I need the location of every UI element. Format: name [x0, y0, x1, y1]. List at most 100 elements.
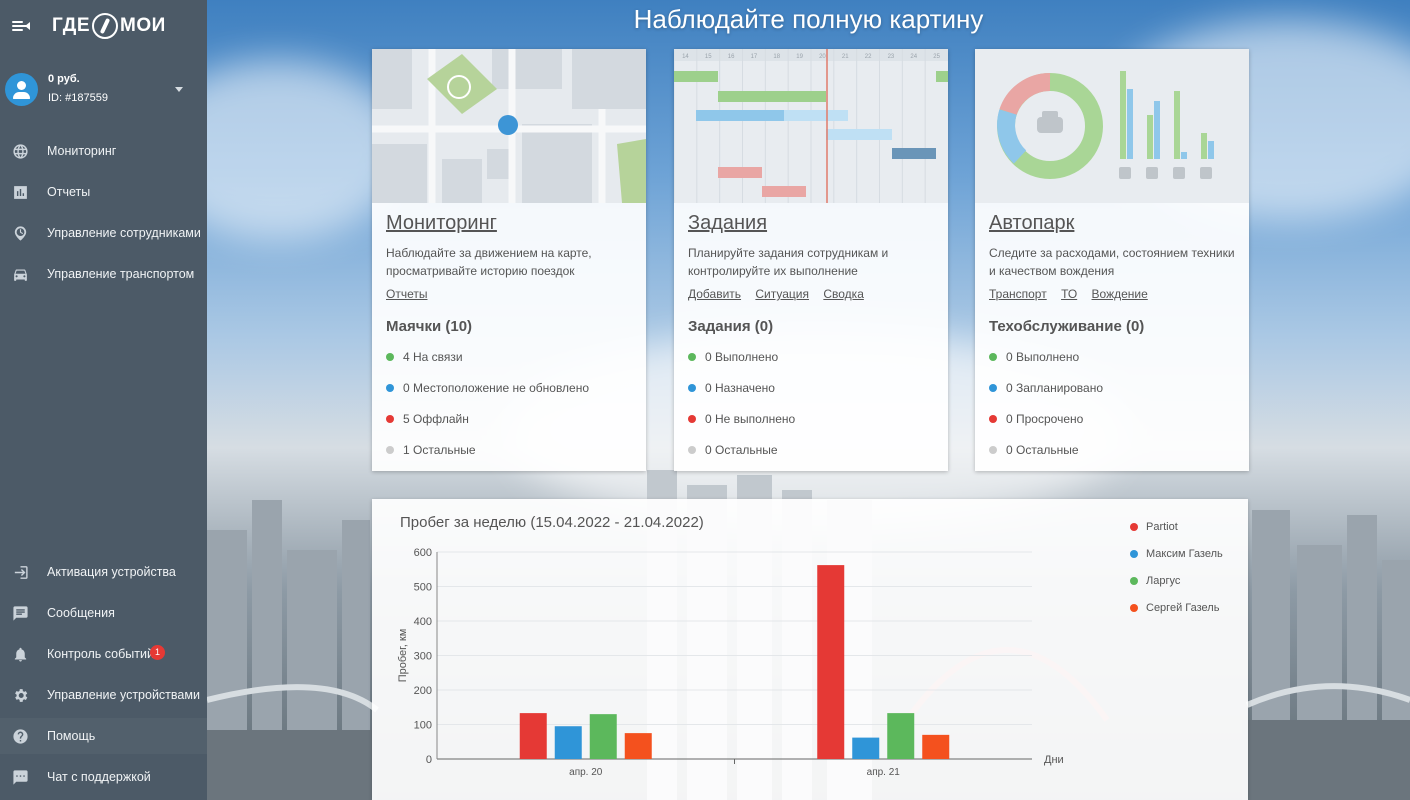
stat-not-completed[interactable]: 0 Не выполнено [688, 410, 934, 428]
help-icon [12, 728, 29, 745]
sidebar-item-device-activation[interactable]: Активация устройства [0, 563, 207, 581]
add-task-link[interactable]: Добавить [688, 287, 741, 301]
sidebar-item-event-control[interactable]: Контроль событий 1 [0, 645, 207, 663]
legend-label: Ларгус [1146, 574, 1181, 587]
legend-swatch [1130, 603, 1138, 612]
bell-icon [12, 646, 29, 663]
bar-4-2[interactable] [922, 734, 950, 759]
sidebar-item-label: Управление сотрудниками [47, 225, 201, 240]
gantt-tick-label: 14 [682, 54, 689, 60]
stat-completed[interactable]: 0 Выполнено [989, 348, 1235, 366]
legend-label: Максим Газель [1146, 547, 1223, 560]
legend-item[interactable]: Максим Газель [1130, 540, 1223, 567]
legend-item[interactable]: Partiot [1130, 513, 1223, 540]
message-icon [12, 605, 29, 622]
tasks-card-title-link[interactable]: Задания [688, 212, 767, 235]
sidebar-item-monitoring[interactable]: Мониторинг [0, 142, 207, 160]
gantt-tick-label: 16 [728, 54, 735, 60]
logo[interactable]: ГДЕ МОИ [52, 13, 166, 39]
sidebar-item-label: Помощь [47, 728, 96, 743]
stat-label: 0 Остальные [1006, 443, 1079, 457]
bar-4-1[interactable] [624, 733, 652, 759]
status-dot-blue [989, 384, 997, 392]
sidebar-item-label: Управление транспортом [47, 266, 195, 281]
sidebar-item-messages[interactable]: Сообщения [0, 604, 207, 622]
stat-label: 4 На связи [403, 350, 463, 364]
stat-offline[interactable]: 5 Оффлайн [386, 410, 632, 428]
y-tick-label: 100 [414, 720, 432, 732]
sidebar-item-label: Мониторинг [47, 143, 117, 158]
status-dot-green [386, 353, 394, 361]
stat-online[interactable]: 4 На связи [386, 348, 632, 366]
bar-2-1[interactable] [554, 726, 582, 759]
driving-link[interactable]: Вождение [1092, 287, 1148, 301]
status-dot-green [688, 353, 696, 361]
bar-2-2[interactable] [852, 737, 880, 759]
sidebar-item-device-management[interactable]: Управление устройствами [0, 686, 207, 704]
stat-location-not-updated[interactable]: 0 Местоположение не обновлено [386, 379, 632, 397]
account-balance: 0 руб. [48, 73, 80, 85]
summary-link[interactable]: Сводка [823, 287, 864, 301]
stat-label: 0 Остальные [705, 443, 778, 457]
sidebar-item-help[interactable]: Помощь [0, 718, 207, 754]
sidebar-item-reports[interactable]: Отчеты [0, 183, 207, 201]
logo-compass-icon [92, 13, 119, 39]
reports-link[interactable]: Отчеты [386, 287, 427, 301]
monitoring-card-title-link[interactable]: Мониторинг [386, 212, 497, 235]
chevron-down-icon[interactable] [175, 87, 183, 92]
stat-label: 0 Выполнено [1006, 350, 1080, 364]
stat-label: 5 Оффлайн [403, 412, 469, 426]
status-dot-blue [688, 384, 696, 392]
gantt-illustration: 14 15 16 17 18 19 20 21 22 23 24 25 [674, 49, 948, 203]
stat-label: 0 Местоположение не обновлено [403, 381, 590, 395]
sidebar-item-support-chat[interactable]: Чат с поддержкой [0, 768, 207, 786]
weekly-mileage-chart: 0 100 200 300 400 500 600 Пробег, км Дни апр. 20 а… [397, 547, 1064, 778]
maintenance-link[interactable]: ТО [1061, 287, 1077, 301]
fleet-card: Автопарк Следите за расходами, состояние… [975, 49, 1249, 471]
sidebar-item-transport[interactable]: Управление транспортом [0, 256, 207, 292]
bar-1-1[interactable] [519, 713, 547, 759]
gantt-tick-label: 22 [865, 54, 872, 60]
maintenance-heading: Техобслуживание (0) [989, 318, 1145, 335]
stat-assigned[interactable]: 0 Назначено [688, 379, 934, 397]
tasks-card: 14 15 16 17 18 19 20 21 22 23 24 25 Задания Планиру… [674, 49, 948, 471]
clock-pin-icon [12, 225, 29, 242]
y-tick-label: 600 [414, 547, 432, 559]
monitoring-card-description: Наблюдайте за движением на карте, просма… [386, 246, 592, 278]
bar-1-2[interactable] [817, 565, 845, 759]
notification-badge: 1 [150, 645, 165, 660]
stat-completed[interactable]: 0 Выполнено [688, 348, 934, 366]
status-dot-grey [688, 446, 696, 454]
sidebar-header: ГДЕ МОИ [0, 0, 207, 52]
stat-label: 0 Выполнено [705, 350, 779, 364]
bar-3-2[interactable] [887, 713, 915, 759]
legend-item[interactable]: Ларгус [1130, 567, 1223, 594]
stat-planned[interactable]: 0 Запланировано [989, 379, 1235, 397]
gear-icon [12, 687, 29, 704]
situation-link[interactable]: Ситуация [755, 287, 809, 301]
page-title: Наблюдайте полную картину [633, 4, 984, 34]
stat-overdue[interactable]: 0 Просрочено [989, 410, 1235, 428]
weekly-mileage-chart-panel: Пробег за неделю (15.04.2022 - 21.04.202… [372, 499, 1248, 800]
stat-other[interactable]: 1 Остальные [386, 441, 632, 459]
stat-other[interactable]: 0 Остальные [989, 441, 1235, 459]
status-dot-grey [386, 446, 394, 454]
stat-other[interactable]: 0 Остальные [688, 441, 934, 459]
gantt-tick-label: 19 [796, 54, 803, 60]
bar-3-1[interactable] [589, 714, 617, 759]
sidebar-item-employees[interactable]: Управление сотрудниками [0, 215, 207, 251]
x-axis-label: Дни [1044, 754, 1064, 766]
y-tick-label: 400 [414, 616, 432, 628]
gantt-tick-label: 18 [773, 54, 780, 60]
account-switcher[interactable]: 0 руб. ID: #187559 [0, 52, 207, 126]
legend-item[interactable]: Сергей Газель [1130, 594, 1223, 621]
logo-text-right: МОИ [120, 15, 166, 36]
status-dot-red [989, 415, 997, 423]
stat-label: 0 Запланировано [1006, 381, 1103, 395]
fleet-card-title-link[interactable]: Автопарк [989, 212, 1074, 235]
gantt-tick-label: 20 [819, 54, 826, 60]
menu-collapse-icon[interactable] [12, 19, 30, 33]
status-dot-red [386, 415, 394, 423]
transport-link[interactable]: Транспорт [989, 287, 1047, 301]
map-illustration [372, 49, 646, 203]
